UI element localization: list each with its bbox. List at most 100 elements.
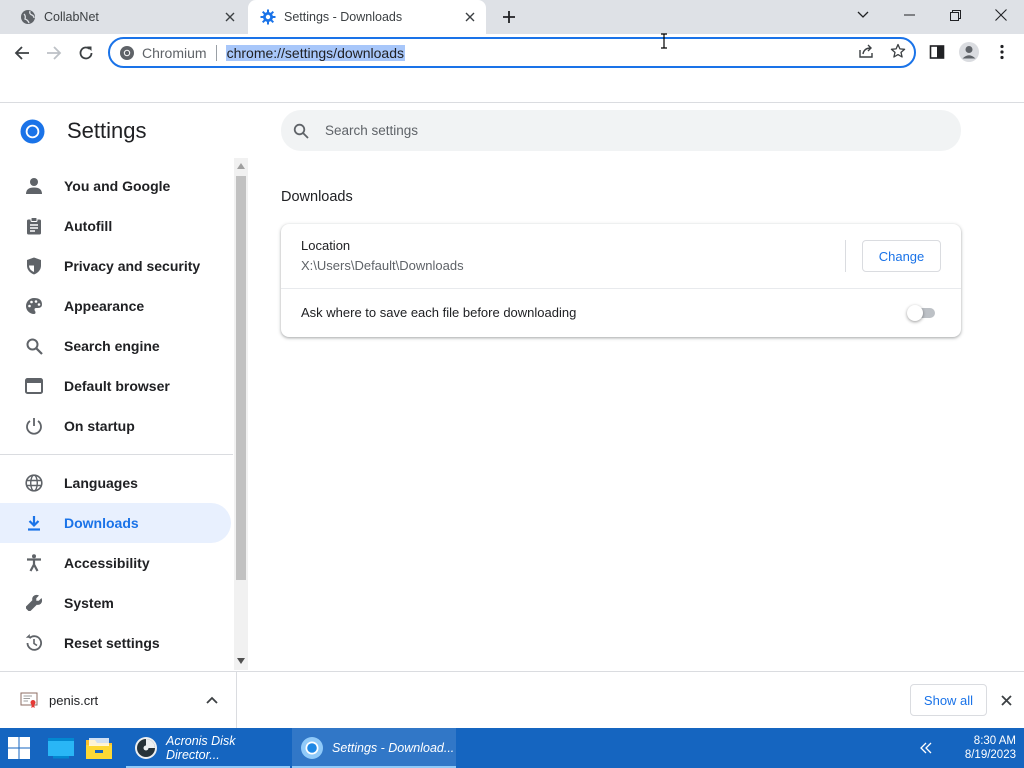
accessibility-icon xyxy=(24,553,44,573)
certificate-file-icon xyxy=(20,691,38,709)
download-shelf: penis.crt Show all xyxy=(0,671,1024,728)
sidebar-item-search-engine[interactable]: Search engine xyxy=(0,326,231,366)
sidebar-item-on-startup[interactable]: On startup xyxy=(0,406,231,446)
file-explorer-icon[interactable] xyxy=(84,728,114,768)
settings-sidebar: You and Google Autofill Privacy and secu… xyxy=(0,160,233,670)
globe-icon xyxy=(24,473,44,493)
show-hidden-icons-chevron-icon[interactable] xyxy=(916,738,936,758)
sidebar-item-label: Reset settings xyxy=(64,635,160,651)
chevron-up-icon[interactable] xyxy=(204,692,220,708)
more-menu-icon[interactable] xyxy=(989,39,1015,65)
forward-arrow-icon[interactable] xyxy=(39,38,69,68)
sidebar-item-you-and-google[interactable]: You and Google xyxy=(0,166,231,206)
sidebar-item-downloads[interactable]: Downloads xyxy=(0,503,231,543)
scroll-down-arrow-icon[interactable] xyxy=(237,658,245,664)
task-view-icon[interactable] xyxy=(46,728,76,768)
chromium-icon xyxy=(300,736,324,760)
clipboard-icon xyxy=(24,216,44,236)
ask-where-to-save-toggle[interactable] xyxy=(907,305,939,321)
person-icon xyxy=(24,176,44,196)
sidebar-item-autofill[interactable]: Autofill xyxy=(0,206,231,246)
tab-close-icon[interactable] xyxy=(220,7,240,27)
restore-icon[interactable] xyxy=(932,0,978,30)
location-label: Location xyxy=(301,238,351,253)
sidebar-item-label: Search engine xyxy=(64,338,160,354)
taskbar-app-acronis[interactable]: Acronis Disk Director... xyxy=(126,728,290,768)
omnibox-divider xyxy=(215,44,217,61)
shield-icon xyxy=(24,256,44,276)
taskbar-clock[interactable]: 8:30 AM 8/19/2023 xyxy=(946,734,1016,762)
download-item[interactable]: penis.crt xyxy=(0,672,237,728)
browser-window-icon xyxy=(24,376,44,396)
share-icon[interactable] xyxy=(855,40,877,62)
chromium-logo-icon xyxy=(20,119,45,144)
history-icon xyxy=(24,633,44,653)
sidebar-item-label: System xyxy=(64,595,114,611)
ask-where-to-save-label: Ask where to save each file before downl… xyxy=(301,305,577,320)
globe-icon xyxy=(20,9,36,25)
settings-search-box[interactable] xyxy=(281,110,961,151)
page-title: Settings xyxy=(67,118,147,143)
show-all-button[interactable]: Show all xyxy=(910,684,987,716)
wrench-icon xyxy=(24,593,44,613)
url-text[interactable]: chrome://settings/downloads xyxy=(225,44,406,61)
text-cursor-icon xyxy=(659,33,669,49)
bookmark-star-icon[interactable] xyxy=(887,40,909,62)
tab-close-icon[interactable] xyxy=(460,7,480,27)
toolbar-divider xyxy=(0,102,1024,103)
clock-date: 8/19/2023 xyxy=(964,749,1016,761)
minimize-icon[interactable] xyxy=(886,0,932,30)
tab-search-chevron-icon[interactable] xyxy=(840,0,886,30)
sidebar-item-label: Languages xyxy=(64,475,138,491)
close-shelf-icon[interactable] xyxy=(996,690,1016,710)
change-location-button[interactable]: Change xyxy=(862,240,941,272)
sidebar-scrollbar[interactable] xyxy=(234,158,248,670)
windows-taskbar: Acronis Disk Director... Settings - Down… xyxy=(0,728,1024,768)
download-icon xyxy=(24,513,44,533)
tab-settings-downloads[interactable]: Settings - Downloads xyxy=(248,0,486,34)
sidebar-item-accessibility[interactable]: Accessibility xyxy=(0,543,231,583)
search-icon xyxy=(24,336,44,356)
taskbar-app-label: Settings - Download... xyxy=(332,741,455,755)
power-icon xyxy=(24,416,44,436)
new-tab-plus-icon[interactable] xyxy=(498,6,520,28)
tab-strip: CollabNet Settings - Downloads xyxy=(0,0,1024,34)
sidebar-item-label: Privacy and security xyxy=(64,258,201,274)
scrollbar-thumb[interactable] xyxy=(236,176,246,580)
sidebar-item-label: Default browser xyxy=(64,378,170,394)
sidebar-item-reset-settings[interactable]: Reset settings xyxy=(0,623,231,663)
tab-title: CollabNet xyxy=(44,10,99,24)
chromium-site-icon[interactable] xyxy=(119,45,135,61)
address-bar[interactable]: Chromium chrome://settings/downloads xyxy=(108,37,916,68)
sidebar-item-privacy-and-security[interactable]: Privacy and security xyxy=(0,246,231,286)
download-file-name: penis.crt xyxy=(49,692,99,708)
taskbar-app-settings[interactable]: Settings - Download... xyxy=(292,728,456,768)
sidebar-item-label: On startup xyxy=(64,418,135,434)
site-chip-label: Chromium xyxy=(142,44,207,61)
scroll-up-arrow-icon[interactable] xyxy=(237,163,245,169)
sidebar-item-appearance[interactable]: Appearance xyxy=(0,286,231,326)
clock-time: 8:30 AM xyxy=(973,735,1016,747)
sidebar-item-system[interactable]: System xyxy=(0,583,231,623)
row-divider xyxy=(281,288,961,289)
side-panel-icon[interactable] xyxy=(924,39,950,65)
palette-icon xyxy=(24,296,44,316)
sidebar-item-languages[interactable]: Languages xyxy=(0,463,231,503)
sidebar-item-label: Appearance xyxy=(64,298,145,314)
sidebar-item-default-browser[interactable]: Default browser xyxy=(0,366,231,406)
close-window-icon[interactable] xyxy=(978,0,1024,30)
sidebar-divider xyxy=(0,454,233,455)
back-arrow-icon[interactable] xyxy=(7,38,37,68)
section-title: Downloads xyxy=(281,189,353,205)
location-path: X:\Users\Default\Downloads xyxy=(301,258,464,273)
search-icon xyxy=(293,122,311,140)
search-input[interactable] xyxy=(325,123,885,138)
reload-icon[interactable] xyxy=(71,38,101,68)
tab-title: Settings - Downloads xyxy=(284,10,403,24)
taskbar-app-label: Acronis Disk Director... xyxy=(166,734,236,762)
sidebar-item-label: Accessibility xyxy=(64,555,150,571)
profile-avatar-icon[interactable] xyxy=(956,39,982,65)
windows-start-icon[interactable] xyxy=(6,728,32,768)
acronis-icon xyxy=(134,736,158,760)
tab-collabnet[interactable]: CollabNet xyxy=(8,0,246,34)
